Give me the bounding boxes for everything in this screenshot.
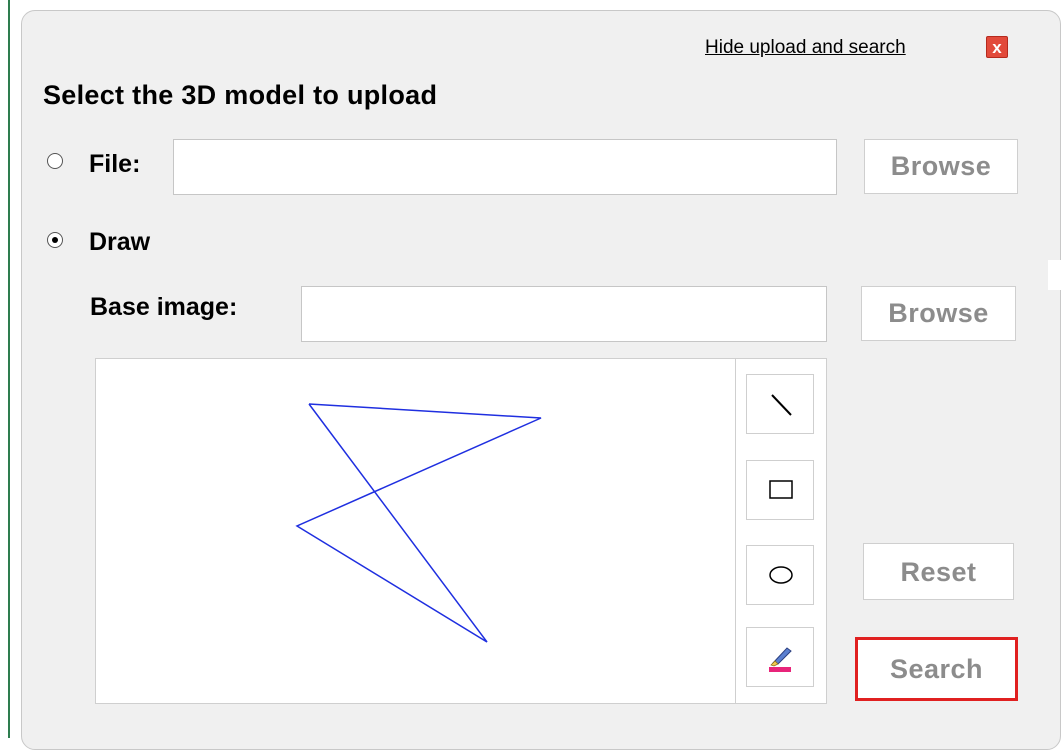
line-tool-button[interactable] [746,374,814,434]
file-path-input[interactable] [173,139,837,195]
draw-label: Draw [89,228,151,256]
sketch-drawing [295,403,542,643]
draw-radio[interactable] [47,232,63,248]
page-title: Select the 3D model to upload [43,80,438,110]
ellipse-tool-button[interactable] [746,545,814,605]
rectangle-tool-button[interactable] [746,460,814,520]
eraser-tool-button[interactable] [746,627,814,687]
eraser-icon [769,647,792,672]
line-icon [771,394,792,416]
base-image-input[interactable] [301,286,827,342]
file-browse-button[interactable]: Browse [864,139,1018,194]
search-button[interactable]: Search [855,637,1018,701]
file-label: File: [89,150,141,178]
reset-button[interactable]: Reset [863,543,1014,600]
base-image-label: Base image: [90,293,238,321]
close-icon[interactable]: x [986,36,1008,58]
ellipse-icon [769,566,793,584]
rectangle-icon [769,480,793,499]
hide-upload-search-link[interactable]: Hide upload and search [705,37,906,59]
panel-notch [1048,260,1061,290]
sketch-stroke [295,403,542,643]
file-radio[interactable] [47,153,63,169]
drawing-canvas[interactable] [95,358,736,704]
left-frame-border [0,0,10,738]
base-image-browse-button[interactable]: Browse [861,286,1016,341]
